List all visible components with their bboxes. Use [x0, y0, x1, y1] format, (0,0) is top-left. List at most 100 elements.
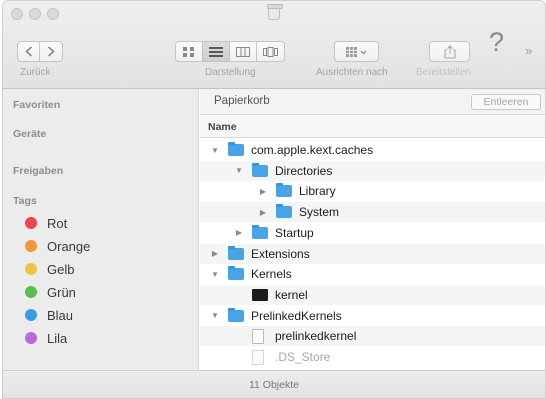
close-window-button[interactable]: [11, 8, 23, 20]
sidebar-tag-label: Rot: [47, 215, 68, 231]
sidebar-tag-label: Orange: [47, 238, 91, 254]
sidebar-header-devices[interactable]: Geräte: [13, 128, 46, 140]
disclosure-expanded-icon[interactable]: ▼: [210, 146, 220, 155]
arrange-grid-icon: [345, 46, 366, 57]
icon-view-button[interactable]: [176, 42, 203, 61]
grid-icon: [183, 46, 194, 57]
sidebar-tag-label: Blau: [47, 307, 74, 323]
finder-window: Zurück Darstellung Ausrichten nach Berei…: [2, 0, 546, 399]
tag-color-dot-icon: [25, 309, 37, 321]
item-count: 11 Objekte: [248, 379, 299, 391]
file-name: PrelinkedKernels: [251, 308, 342, 323]
columns-icon: [236, 46, 250, 57]
file-row[interactable]: ▼ Directories: [200, 160, 545, 181]
file-row[interactable]: .DS_Store: [200, 347, 545, 367]
sidebar-tag-label: Gelb: [47, 261, 75, 277]
file-name: prelinkedkernel: [275, 329, 357, 344]
sidebar-tag-5[interactable]: Lila: [3, 327, 198, 349]
file-row[interactable]: ▶ Extensions: [200, 243, 545, 264]
disclosure-expanded-icon[interactable]: ▼: [234, 166, 244, 175]
view-mode-control: [175, 41, 285, 62]
arrange-label: Ausrichten nach: [316, 67, 388, 78]
chevron-right-icon: [47, 46, 55, 57]
folder-icon: [276, 204, 292, 219]
file-name: kernel: [275, 287, 308, 302]
sidebar-tag-3[interactable]: Grün: [3, 281, 198, 303]
minimize-window-button[interactable]: [29, 8, 41, 20]
file-name: System: [299, 205, 340, 220]
file-name: Extensions: [251, 246, 310, 261]
toolbar-overflow-button[interactable]: »: [525, 43, 532, 58]
column-view-button[interactable]: [230, 42, 257, 61]
list-icon: [209, 46, 223, 57]
folder-icon: [228, 307, 244, 322]
tag-color-dot-icon: [25, 286, 37, 298]
sidebar-tag-0[interactable]: Rot: [3, 212, 198, 234]
column-header-label: Name: [208, 121, 237, 133]
file-row[interactable]: kernel: [200, 284, 545, 305]
folder-icon: [276, 183, 292, 198]
status-bar: 11 Objekte: [3, 370, 545, 398]
share-label: Bereitstellen: [416, 67, 472, 78]
empty-trash-button[interactable]: Entleeren: [471, 94, 541, 110]
file-row[interactable]: ▼ Kernels: [200, 264, 545, 284]
file-name: Directories: [275, 163, 333, 178]
disclosure-expanded-icon[interactable]: ▼: [210, 270, 220, 279]
file-name: Library: [299, 184, 336, 199]
file-name: .DS_Store: [275, 350, 331, 364]
back-forward-control: [17, 41, 63, 62]
forward-button[interactable]: [40, 42, 62, 61]
file-name: Startup: [275, 225, 314, 240]
file-row[interactable]: prelinkedkernel: [200, 326, 545, 347]
folder-icon: [228, 142, 244, 156]
file-name: com.apple.kext.caches: [251, 143, 374, 157]
back-label: Zurück: [20, 67, 51, 78]
cover-flow-icon: [263, 46, 278, 57]
file-row[interactable]: ▶ System: [200, 202, 545, 223]
help-button[interactable]: ?: [489, 27, 504, 58]
tag-color-dot-icon: [25, 240, 37, 252]
tag-color-dot-icon: [25, 332, 37, 344]
share-button[interactable]: [429, 41, 470, 62]
tag-color-dot-icon: [25, 263, 37, 275]
disclosure-expanded-icon[interactable]: ▼: [210, 311, 220, 320]
document-icon: [252, 328, 264, 344]
chevron-left-icon: [24, 46, 32, 57]
sidebar-tag-label: Grün: [47, 284, 76, 300]
disclosure-collapsed-icon[interactable]: ▶: [258, 187, 268, 196]
back-button[interactable]: [18, 42, 40, 61]
list-view-button[interactable]: [203, 42, 230, 61]
file-row[interactable]: ▼ com.apple.kext.caches: [200, 140, 545, 160]
disclosure-collapsed-icon[interactable]: ▶: [234, 228, 244, 237]
sidebar-tag-1[interactable]: Orange: [3, 235, 198, 257]
file-name: Kernels: [251, 267, 292, 282]
folder-icon: [228, 245, 244, 260]
zoom-window-button[interactable]: [47, 8, 59, 20]
file-list-pane: Papierkorb Entleeren Name ▼ com.apple.kex…: [200, 89, 545, 370]
file-row[interactable]: ▼ PrelinkedKernels: [200, 306, 545, 326]
disclosure-collapsed-icon[interactable]: ▶: [258, 208, 268, 217]
hidden-file-icon: [252, 349, 264, 365]
folder-icon: [252, 224, 268, 239]
tag-color-dot-icon: [25, 217, 37, 229]
sidebar-header-tags[interactable]: Tags: [13, 195, 37, 207]
share-icon: [444, 44, 455, 58]
sidebar-header-favorites[interactable]: Favoriten: [13, 99, 60, 111]
view-label: Darstellung: [205, 67, 256, 78]
toolbar: Zurück Darstellung Ausrichten nach Berei…: [3, 1, 545, 89]
file-row[interactable]: ▶ Library: [200, 181, 545, 201]
sidebar: Favoriten Geräte Freigaben Tags Rot Orang…: [3, 89, 199, 370]
sidebar-tag-label: Lila: [47, 330, 68, 346]
sidebar-header-shared[interactable]: Freigaben: [13, 165, 63, 177]
folder-icon: [252, 162, 268, 177]
folder-icon: [228, 266, 244, 281]
sidebar-tag-2[interactable]: Gelb: [3, 258, 198, 280]
sidebar-tag-4[interactable]: Blau: [3, 304, 198, 326]
disclosure-collapsed-icon[interactable]: ▶: [210, 249, 220, 258]
file-row[interactable]: ▶ Startup: [200, 223, 545, 243]
trash-proxy-icon[interactable]: [267, 4, 283, 20]
cover-flow-button[interactable]: [257, 42, 284, 61]
column-header-name[interactable]: Name: [200, 116, 545, 138]
arrange-button[interactable]: [334, 41, 379, 62]
location-title: Papierkorb: [214, 95, 270, 107]
